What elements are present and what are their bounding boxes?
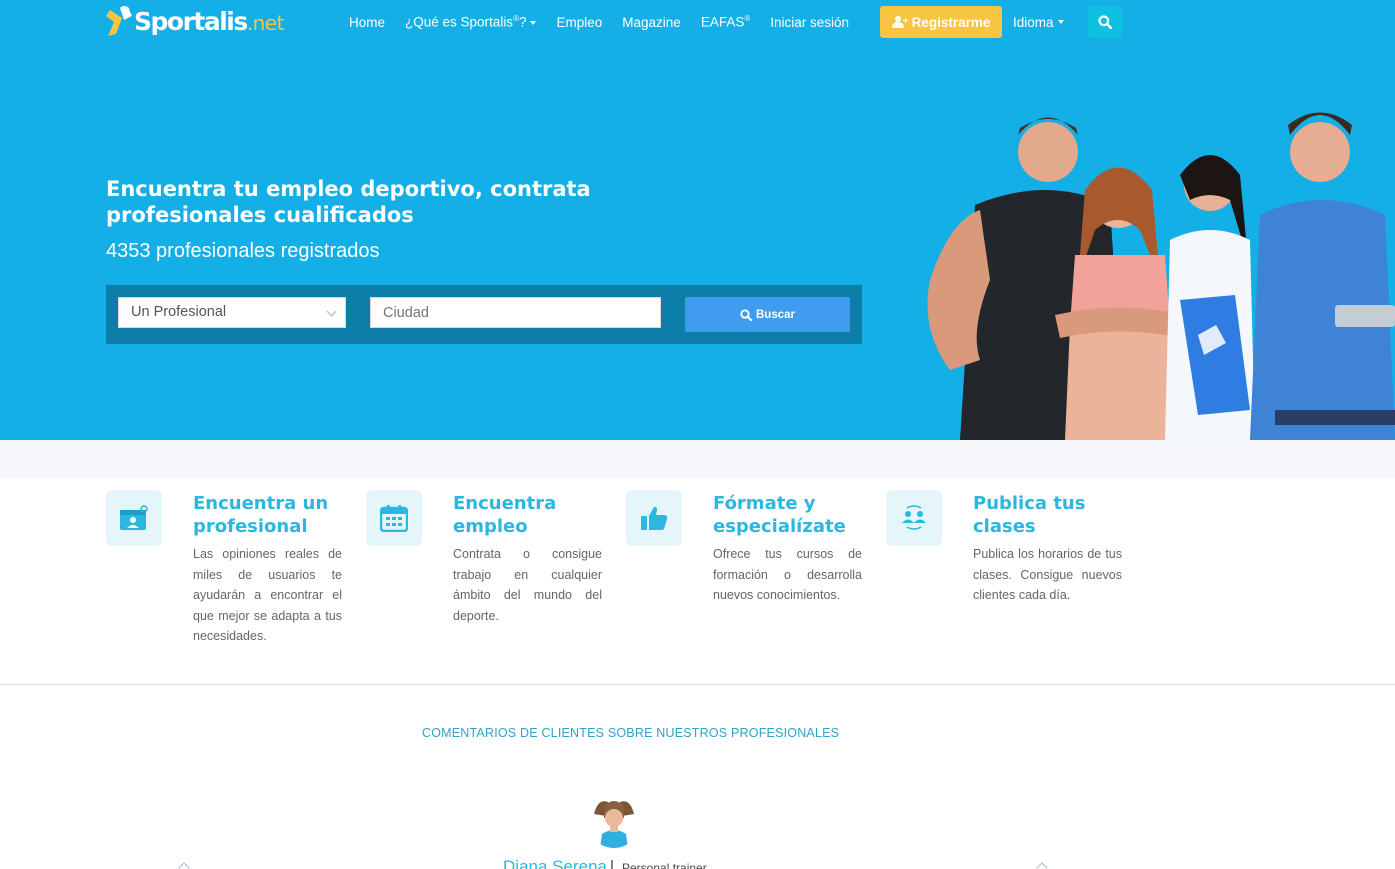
logo-text: Sportalis <box>134 6 248 36</box>
feature-training: Fórmate y especialízate Ofrece tus curso… <box>626 490 886 660</box>
feature-text: Publica los horarios de tus clases. Cons… <box>973 547 1122 602</box>
nav-search-button[interactable] <box>1088 6 1122 38</box>
register-label: Registrarme <box>911 14 991 30</box>
hero-people-illustration <box>927 112 1395 440</box>
reviewer-separator: | <box>610 858 614 869</box>
chevron-down-icon <box>530 21 537 26</box>
section-divider <box>0 684 1395 685</box>
register-button[interactable]: + Registrarme <box>880 6 1002 38</box>
carousel-next-icon[interactable] <box>1036 862 1048 869</box>
feature-title[interactable]: Encuentra un profesional <box>193 492 363 538</box>
feature-publish-classes: Publica tus clases Publica los horarios … <box>886 490 1146 660</box>
runner-logo-icon <box>106 6 132 36</box>
nav-magazine[interactable]: Magazine <box>622 15 681 30</box>
top-navbar: Sportalis .net Home ¿Qué es Sportalis®? … <box>0 0 1395 44</box>
feature-find-job: Encuentra empleo Contrata o consigue tra… <box>366 490 626 660</box>
profile-type-select[interactable]: Un Profesional <box>118 297 346 328</box>
nav-que-es-end: ? <box>518 14 527 30</box>
nav-que-es-label: ¿Qué es Sportalis <box>405 14 514 30</box>
feature-title[interactable]: Fórmate y especialízate <box>713 492 883 538</box>
feature-find-professional: Encuentra un profesional Las opiniones r… <box>106 490 366 660</box>
search-icon <box>740 308 752 321</box>
search-icon <box>1098 15 1112 29</box>
user-plus-icon: + <box>891 15 909 29</box>
nav-eafas-label: EAFAS <box>700 14 745 30</box>
feature-icon-box <box>106 490 162 546</box>
sportalis-logo[interactable]: Sportalis .net <box>106 2 284 40</box>
chevron-down-icon <box>326 306 337 317</box>
search-button[interactable]: Buscar <box>685 297 850 332</box>
feature-title[interactable]: Encuentra empleo <box>453 492 623 538</box>
reviewer-avatar <box>588 796 640 848</box>
people-exchange-icon <box>902 505 926 530</box>
calendar-icon <box>380 505 408 532</box>
nav-empleo[interactable]: Empleo <box>556 15 602 30</box>
hero-subtitle: 4353 profesionales registrados <box>106 240 380 262</box>
comments-section-title: COMENTARIOS DE CLIENTES SOBRE NUESTROS P… <box>422 726 840 740</box>
feature-text: Ofrece tus cursos de formación o desarro… <box>713 547 862 602</box>
carousel-prev-icon[interactable] <box>178 862 190 869</box>
nav-login[interactable]: Iniciar sesión <box>770 15 849 30</box>
select-value: Un Profesional <box>131 304 227 320</box>
feature-icon-box <box>366 490 422 546</box>
nav-links: Home ¿Qué es Sportalis®? Empleo Magazine… <box>339 0 859 44</box>
registered-mark: ® <box>744 14 751 24</box>
search-button-label: Buscar <box>756 308 795 321</box>
section-band <box>0 440 1395 478</box>
chevron-down-icon <box>1057 20 1064 24</box>
nav-home[interactable]: Home <box>349 15 385 30</box>
nav-eafas[interactable]: EAFAS® <box>701 14 750 30</box>
city-input[interactable] <box>370 297 661 328</box>
feature-title[interactable]: Publica tus clases <box>973 492 1143 538</box>
feature-icon-box <box>626 490 682 546</box>
nav-que-es-sportalis[interactable]: ¿Qué es Sportalis®? <box>405 14 537 30</box>
page: Sportalis .net Home ¿Qué es Sportalis®? … <box>0 0 1395 869</box>
hero-title: Encuentra tu empleo deportivo, contrata … <box>106 177 591 227</box>
language-label: Idioma <box>1013 14 1054 30</box>
reviewer-role: Personal trainer <box>622 861 707 869</box>
thumbs-up-icon <box>641 506 668 530</box>
search-panel: Un Profesional Buscar <box>106 285 862 344</box>
feature-text: Contrata o consigue trabajo en cualquier… <box>453 547 602 623</box>
profile-card-icon <box>120 505 148 530</box>
logo-suffix: .net <box>246 11 285 35</box>
language-dropdown[interactable]: Idioma <box>1013 0 1064 44</box>
feature-text: Las opiniones reales de miles de usuario… <box>193 547 342 643</box>
reviewer-name[interactable]: Diana Serena <box>503 857 607 869</box>
feature-icon-box <box>886 490 942 546</box>
hero-section: Sportalis .net Home ¿Qué es Sportalis®? … <box>0 0 1395 440</box>
